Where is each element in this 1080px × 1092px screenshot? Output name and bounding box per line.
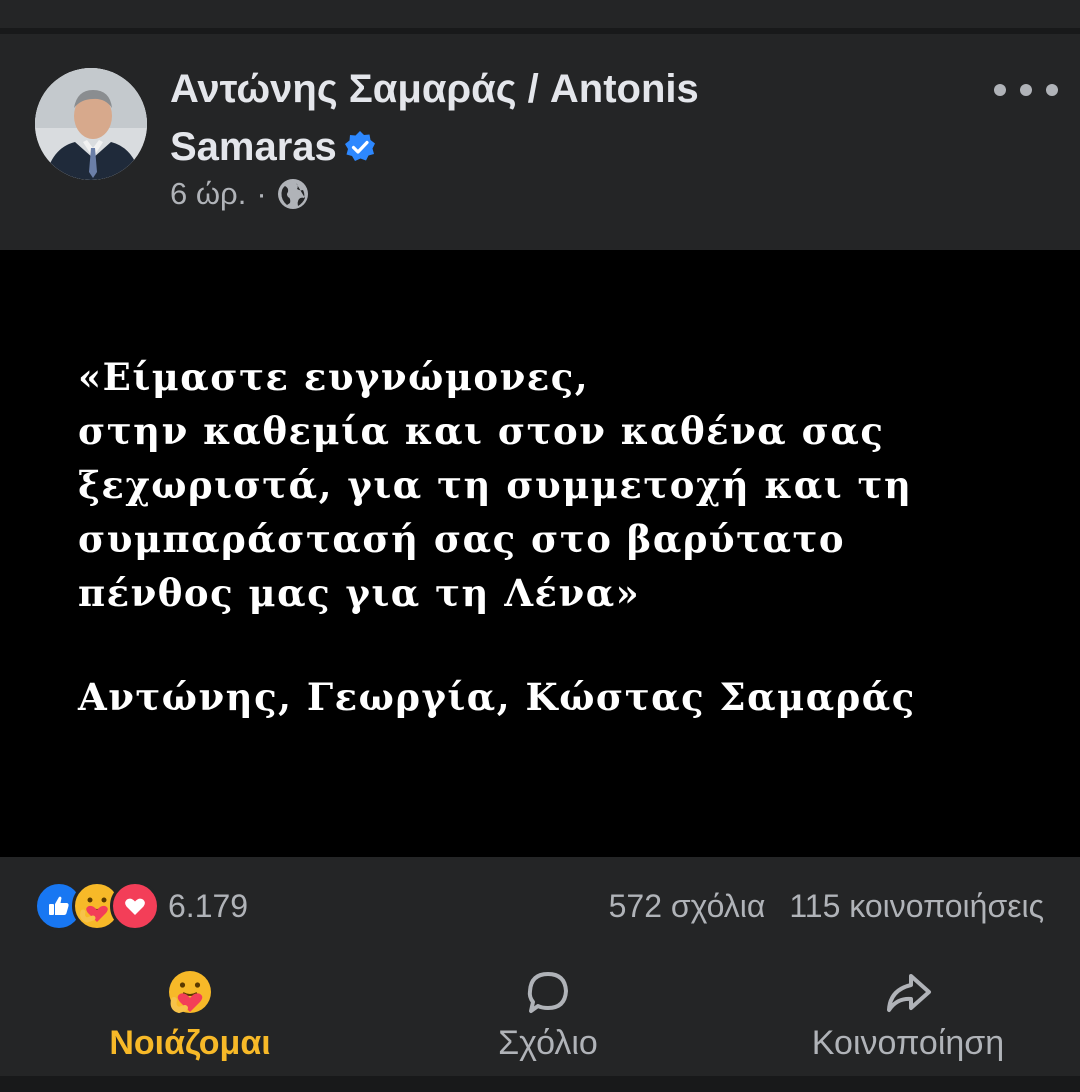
reaction-count: 6.179 <box>168 887 249 924</box>
signature-text: Αντώνης, Γεωργία, Κώστας Σαμαράς <box>78 675 916 719</box>
care-button[interactable]: Νοιάζομαι <box>60 954 320 1074</box>
care-icon <box>169 971 211 1014</box>
quote-text: «Είμαστε ευγνώμονες, στην καθεμία και στ… <box>78 355 913 615</box>
author-name[interactable]: Αντώνης Σαμαράς / Antonis Samaras <box>170 60 810 176</box>
comment-label: Σχόλιο <box>498 1024 598 1062</box>
shares-count[interactable]: 115 κοινοποιήσεις <box>789 884 1044 928</box>
post-card: Αντώνης Σαμαράς / Antonis Samaras 6 ώρ. … <box>0 34 1080 1086</box>
share-arrow-icon <box>887 974 931 1012</box>
previous-post-edge <box>0 0 1080 28</box>
avatar[interactable] <box>35 68 147 180</box>
comments-count[interactable]: 572 σχόλια <box>609 884 766 928</box>
post-meta: 6 ώρ. · <box>170 174 309 214</box>
globe-icon[interactable] <box>277 178 309 210</box>
reactions-summary[interactable]: 6.179 <box>34 881 249 931</box>
share-label: Κοινοποίηση <box>811 1024 1005 1062</box>
post-image[interactable]: «Είμαστε ευγνώμονες, στην καθεμία και στ… <box>0 250 1080 857</box>
more-dot-icon <box>1020 84 1032 96</box>
love-icon <box>110 881 160 931</box>
author-name-text[interactable]: Αντώνης Σαμαράς / Antonis Samaras <box>170 67 699 169</box>
action-bar: Νοιάζομαι Σχόλιο Κοινοποίηση <box>0 954 1080 1074</box>
comment-bubble-icon <box>527 972 568 1013</box>
care-label: Νοιάζομαι <box>109 1024 271 1062</box>
feed-divider <box>0 1076 1080 1092</box>
verified-badge-icon <box>344 131 375 161</box>
avatar-image <box>35 68 147 180</box>
more-dot-icon <box>994 84 1006 96</box>
more-options-button[interactable] <box>994 74 1058 106</box>
engagement-stats: 572 σχόλια 115 κοινοποιήσεις <box>609 884 1044 928</box>
meta-separator: · <box>256 176 267 211</box>
comment-button[interactable]: Σχόλιο <box>418 954 678 1074</box>
post-time[interactable]: 6 ώρ. <box>170 174 246 214</box>
more-dot-icon <box>1046 84 1058 96</box>
share-button[interactable]: Κοινοποίηση <box>778 954 1038 1074</box>
